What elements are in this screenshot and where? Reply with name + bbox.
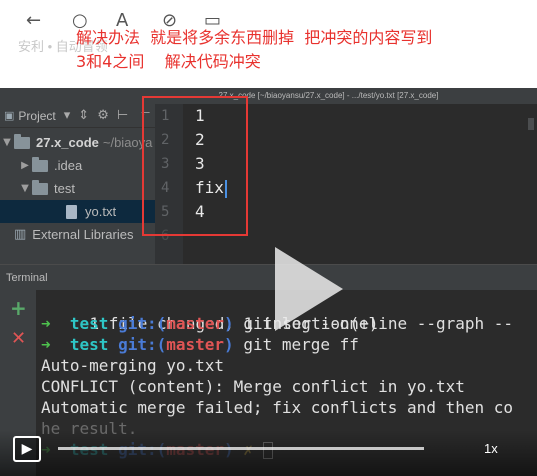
terminal-text: Auto-merging yo.txt [41,356,225,375]
prompt-arrow-icon: ➜ [41,314,51,333]
git-close: ) [224,335,234,354]
close-session-icon[interactable]: ✕ [11,328,26,349]
gear-icon[interactable]: ⚙ [97,108,109,123]
tree-item-label: test [54,181,75,196]
project-title[interactable]: Project [18,109,55,123]
tree-item-test[interactable]: ▼ test [0,177,155,200]
new-session-plus-icon[interactable]: + [10,296,27,320]
big-play-icon[interactable] [275,247,343,331]
video-controls [0,430,537,476]
command-text: git merge ff [233,335,359,354]
tree-item-idea[interactable]: ▶ .idea [0,154,155,177]
text-file-icon [66,204,77,219]
play-button[interactable]: ▶ [13,436,41,462]
tab-terminal[interactable]: Terminal [6,272,48,284]
play-icon: ▶ [21,441,33,457]
terminal-text: Automatic merge failed; fix conflicts an… [41,398,514,417]
repo-name: test [69,314,109,333]
progress-bar[interactable] [58,447,424,450]
collapse-icon[interactable]: ⇕ [78,108,89,123]
playback-speed[interactable]: 1x [484,441,498,456]
folder-icon [32,156,48,172]
library-icon: ▥ [14,227,27,242]
terminal-line: Automatic merge failed; fix conflicts an… [41,397,513,418]
terminal-line: Auto-merging yo.txt [41,355,224,376]
red-annotation: 解决办法 就是将多余东西删掉 把冲突的内容写到 3和4之间 解决代码冲突 [76,26,432,74]
terminal-header: Terminal [0,264,537,290]
git-label: git:( [118,314,167,333]
back-arrow-icon[interactable]: ← [26,10,41,31]
tree-item-yo-txt[interactable]: yo.txt [0,200,155,223]
tree-item-label: yo.txt [85,204,117,219]
annotation-line-2: 3和4之间 解决代码冲突 [76,52,261,71]
repo-name: test [69,335,109,354]
hide-panel-icon[interactable]: ⊢ [117,108,128,123]
git-close: ) [224,314,234,333]
tree-item-label: .idea [54,158,83,173]
terminal-prompt-line: ➜ test git:(master) git merge ff [41,334,359,355]
terminal-line: CONFLICT (content): Merge conflict in yo… [41,376,465,397]
folder-icon [32,179,48,195]
project-panel: ▣ Project ▾ ⇕ ⚙ ⊢ ▼ 27.x_code ~/biaoya ▶… [0,104,155,264]
window-title: 27.x_code [~/biaoyansu/27.x_code] - .../… [0,88,537,104]
dropdown-icon[interactable]: ▾ [64,108,71,123]
root-folder-name: 27.x_code [36,135,99,150]
project-toolbar: ▣ Project ▾ ⇕ ⚙ ⊢ [0,104,155,128]
collapsed-triangle-icon[interactable]: ▶ [18,160,32,171]
expand-triangle-icon[interactable]: ▼ [0,137,14,148]
expand-triangle-icon[interactable]: ▼ [18,183,32,194]
annotation-line-1: 解决办法 就是将多余东西删掉 把冲突的内容写到 [76,28,433,47]
terminal-text: CONFLICT (content): Merge conflict in yo… [41,377,465,396]
tree-item-label: External Libraries [32,227,134,242]
project-view-icon: ▣ [4,109,15,122]
highlight-box [142,96,248,236]
git-label: git:( [118,335,167,354]
tree-item-external-libraries[interactable]: ▥ External Libraries [0,223,155,246]
branch-name: master [166,314,225,333]
scrollbar-thumb[interactable] [528,118,534,130]
branch-name: master [166,335,225,354]
tree-root[interactable]: ▼ 27.x_code ~/biaoya [0,131,155,154]
prompt-arrow-icon: ➜ [41,335,51,354]
folder-icon [14,133,30,149]
